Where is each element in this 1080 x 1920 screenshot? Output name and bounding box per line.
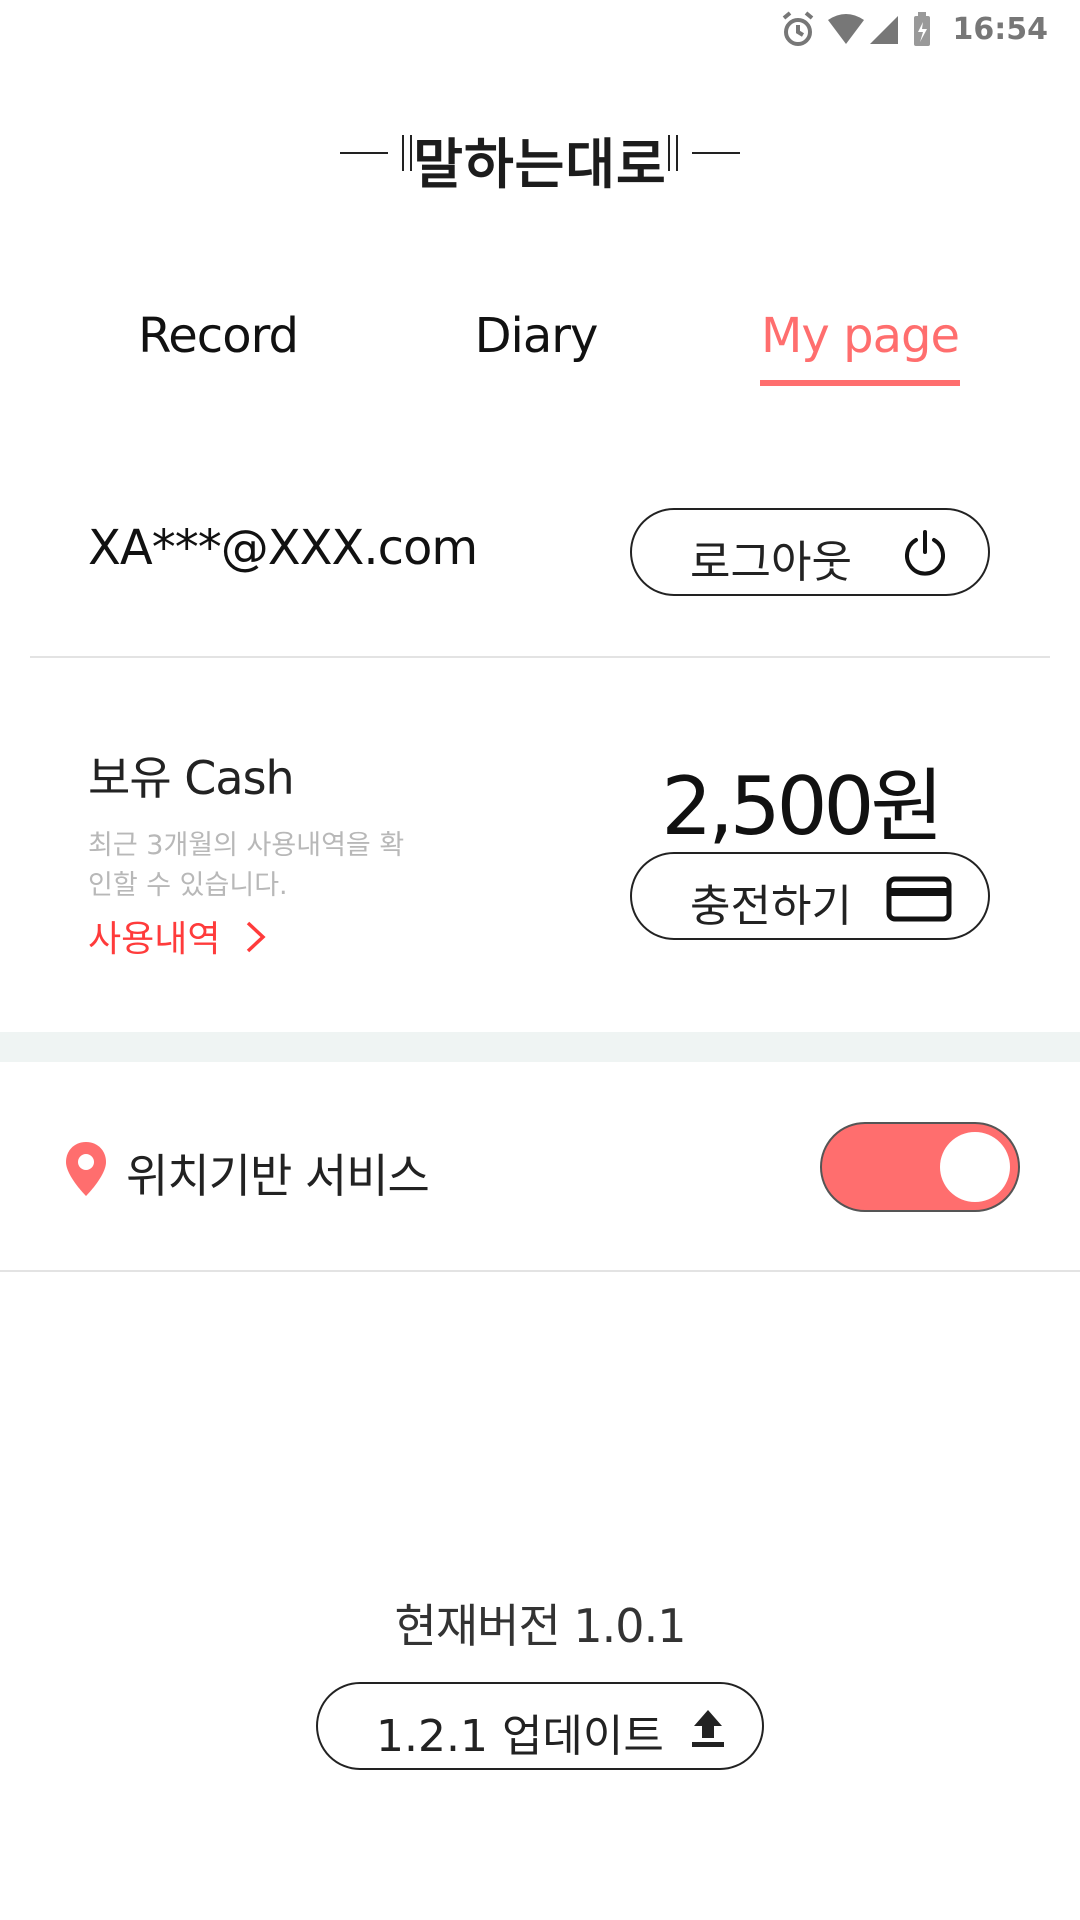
battery-icon (914, 12, 930, 46)
title-decoration-right-bar-2 (676, 135, 678, 171)
tab-my-page[interactable]: My page (760, 308, 960, 364)
title-decoration-right (692, 152, 740, 154)
logout-label: 로그아웃 (690, 537, 852, 588)
app-title: 말하는대로 (413, 133, 667, 196)
tab-diary[interactable]: Diary (436, 308, 636, 364)
status-icons (782, 11, 930, 46)
update-button[interactable]: 1.2.1 업데이트 (316, 1682, 764, 1770)
chevron-right-icon (246, 921, 266, 953)
account-email: XA***@XXX.com (88, 520, 478, 576)
charge-button[interactable]: 충전하기 (630, 852, 990, 940)
tab-record[interactable]: Record (118, 308, 318, 364)
update-label: 1.2.1 업데이트 (376, 1711, 664, 1762)
account-divider (30, 656, 1050, 658)
logout-button[interactable]: 로그아웃 (630, 508, 990, 596)
title-decoration-right-bar (668, 135, 670, 171)
alarm-icon (782, 11, 814, 46)
cash-description: 최근 3개월의 사용내역을 확인할 수 있습니다. (88, 830, 405, 901)
power-icon (905, 530, 945, 576)
usage-history-link[interactable]: 사용내역 (88, 908, 278, 964)
active-tab-indicator (760, 380, 960, 386)
cash-amount: 2,500원 (661, 760, 944, 853)
wifi-icon (828, 14, 864, 44)
credit-card-icon (886, 876, 952, 922)
section-separator-band (0, 1032, 1080, 1062)
usage-history-label: 사용내역 (88, 919, 221, 960)
upload-icon (692, 1710, 724, 1747)
status-bar: 16:54 (0, 0, 1080, 60)
location-pin-icon (66, 1142, 106, 1196)
signal-icon (870, 16, 898, 44)
status-time: 16:54 (952, 12, 1049, 47)
location-divider (0, 1270, 1080, 1272)
toggle-knob (940, 1132, 1010, 1202)
current-version: 현재버전 1.0.1 (394, 1599, 687, 1653)
cash-title: 보유 Cash (88, 751, 295, 805)
location-service-toggle[interactable] (820, 1122, 1020, 1212)
location-service-label: 위치기반 서비스 (126, 1149, 430, 1203)
charge-label: 충전하기 (690, 881, 852, 932)
